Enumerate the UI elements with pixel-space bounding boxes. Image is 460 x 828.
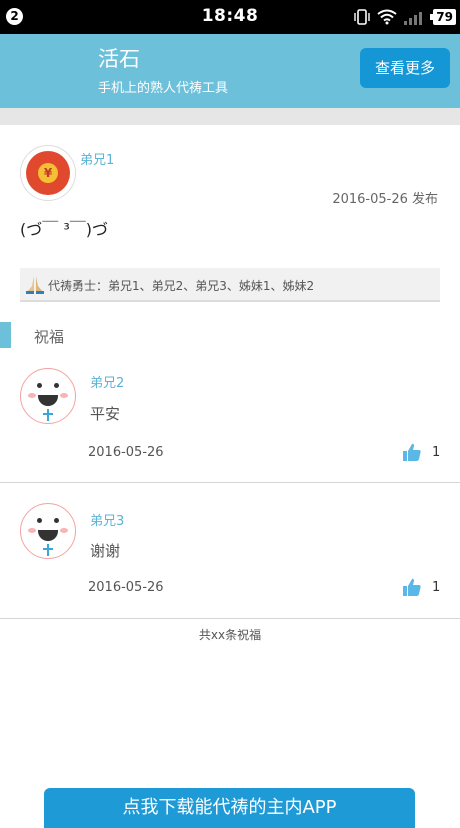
post-date: 2016-05-26 发布 xyxy=(332,192,438,207)
status-bar: 2 18:48 79 xyxy=(0,0,460,34)
prayer-warriors-bar: 代祷勇士：弟兄1、弟兄2、弟兄3、姊妹1、姊妹2 xyxy=(20,268,440,302)
item-divider xyxy=(0,618,460,619)
praying-hands-icon xyxy=(26,276,44,294)
section-divider xyxy=(0,108,460,125)
vibrate-icon xyxy=(354,9,370,25)
blessings-accent-bar xyxy=(0,322,11,348)
avatar-cheek xyxy=(60,528,68,533)
like-count: 1 xyxy=(432,445,441,460)
cross-icon xyxy=(47,409,49,421)
signal-icon xyxy=(404,12,423,25)
avatar-eye xyxy=(54,518,59,523)
blessing-date: 2016-05-26 xyxy=(88,580,164,595)
cross-icon xyxy=(43,413,53,415)
wifi-icon xyxy=(377,9,397,25)
app-title: 活石 xyxy=(98,47,140,71)
blessing-date: 2016-05-26 xyxy=(88,445,164,460)
avatar-cheek xyxy=(28,528,36,533)
thumbs-up-icon[interactable] xyxy=(402,442,422,462)
item-divider xyxy=(0,482,460,483)
blessings-total: 共xx条祝福 xyxy=(198,628,262,642)
avatar-mouth xyxy=(38,395,58,406)
blessing-item: 弟兄3 谢谢 2016-05-26 1 xyxy=(0,503,460,617)
blessings-title: 祝福 xyxy=(34,328,65,346)
cross-icon xyxy=(43,548,53,550)
commenter-avatar[interactable] xyxy=(20,368,76,424)
post-author-name[interactable]: 弟兄1 xyxy=(80,149,114,168)
app-subtitle: 手机上的熟人代祷工具 xyxy=(98,81,229,96)
commenter-name[interactable]: 弟兄3 xyxy=(90,510,124,529)
avatar-cheek xyxy=(28,393,36,398)
blessing-item: 弟兄2 平安 2016-05-26 1 xyxy=(0,368,460,482)
avatar-mouth xyxy=(38,530,58,541)
thumbs-up-icon[interactable] xyxy=(402,577,422,597)
like-count: 1 xyxy=(432,580,441,595)
cross-icon xyxy=(47,544,49,556)
avatar-eye xyxy=(54,383,59,388)
yuan-coin-icon: ¥ xyxy=(38,163,58,183)
commenter-name[interactable]: 弟兄2 xyxy=(90,372,124,391)
avatar-eye xyxy=(37,383,42,388)
post-content: (づ￣ ³￣)づ xyxy=(20,220,108,239)
blessing-text: 平安 xyxy=(90,405,121,423)
avatar-cheek xyxy=(60,393,68,398)
avatar-eye xyxy=(37,518,42,523)
see-more-button[interactable]: 查看更多 xyxy=(360,48,450,88)
commenter-avatar[interactable] xyxy=(20,503,76,559)
status-icons: 79 xyxy=(353,7,456,27)
author-avatar[interactable]: ¥ xyxy=(20,145,76,201)
blessing-text: 谢谢 xyxy=(90,542,121,560)
download-app-button[interactable]: 点我下载能代祷的主内APP xyxy=(44,788,415,828)
battery-icon: 79 xyxy=(430,9,456,25)
prayer-warriors-label: 代祷勇士：弟兄1、弟兄2、弟兄3、姊妹1、姊妹2 xyxy=(48,279,315,293)
